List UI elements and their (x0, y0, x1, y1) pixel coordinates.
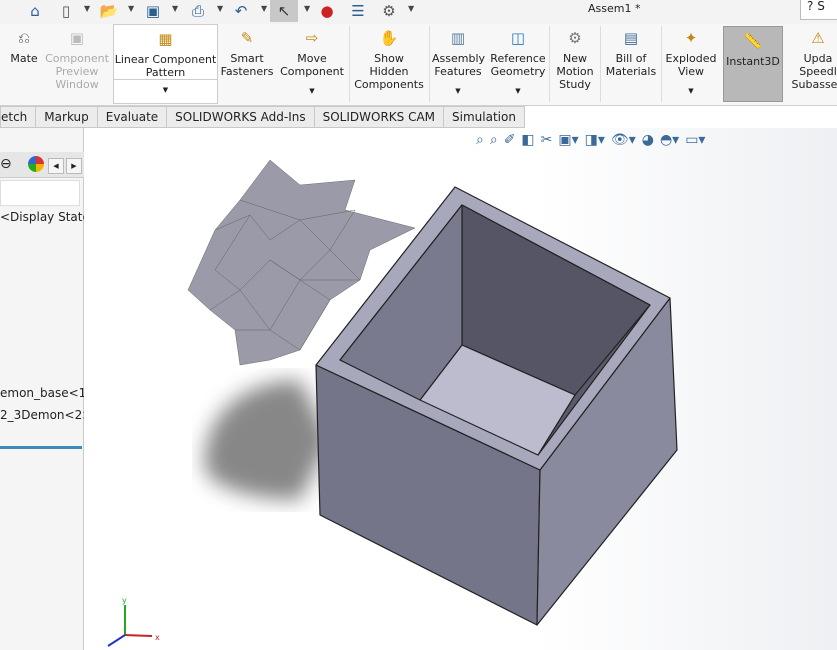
fastener-icon: ✎ (240, 29, 254, 47)
tab-addins[interactable]: SOLIDWORKS Add-Ins (166, 106, 315, 128)
label: Smart Fasteners (220, 52, 274, 78)
assembly-features-button[interactable]: ▥ Assembly Features ▼ (432, 24, 486, 104)
tree-item-3demon[interactable]: 2_3Demon<2> (I (0, 408, 84, 422)
tab-markup[interactable]: Markup (35, 106, 98, 128)
label: Exploded View (665, 52, 717, 78)
tab-sketch[interactable]: etch (0, 106, 37, 128)
reference-geometry-icon: ◫ (510, 29, 526, 47)
axis-x-label: x (155, 633, 160, 642)
heads-up-view-toolbar: ⌕ ⌕ ✐ ◧ ✂ ▣▾ ◨▾ 👁▾ ◕ ◓▾ ▭▾ (476, 132, 705, 148)
label: Show Hidden Components (354, 52, 424, 91)
label: Move Component (280, 52, 344, 78)
axis-y-label: y (122, 596, 127, 605)
assembly-features-icon: ▥ (450, 29, 466, 47)
rebuild-icon[interactable]: ● (320, 0, 334, 22)
undo-icon[interactable]: ↶ (232, 0, 250, 22)
speedpak-icon: ⚠ (811, 29, 825, 47)
label: Linear Component Pattern (114, 53, 217, 79)
bom-icon: ▤ (623, 29, 639, 47)
paperclip-icon: ⎌ (17, 29, 30, 47)
command-tabs: etch Markup Evaluate SOLIDWORKS Add-Ins … (0, 106, 837, 128)
dropdown-arrow[interactable]: ▼ (114, 79, 217, 97)
options-icon[interactable]: ⚙ (380, 0, 398, 22)
save-icon[interactable]: ▣ (144, 0, 162, 22)
home-icon[interactable]: ⌂ (26, 0, 44, 22)
bill-of-materials-button[interactable]: ▤ Bill of Materials (603, 24, 659, 104)
scenes-icon[interactable]: ◓▾ (660, 132, 679, 148)
exploded-view-icon: ✦ (684, 29, 698, 47)
dropdown-arrow[interactable]: ▼ (664, 85, 718, 98)
dropdown-arrow[interactable]: ▼ (488, 85, 548, 98)
reference-geometry-button[interactable]: ◫ Reference Geometry ▼ (488, 24, 548, 104)
label: Component Preview Window (45, 52, 109, 91)
appearance-tab-icon[interactable] (28, 156, 44, 172)
show-hidden-components-button[interactable]: ✋ Show Hidden Components (352, 24, 426, 104)
component-preview-button[interactable]: ▣ Component Preview Window (45, 24, 109, 104)
command-manager: ⎌ Mate ▣ Component Preview Window ▦ Linear … (0, 24, 837, 106)
dynamic-annotation-icon[interactable]: ✂ (541, 132, 553, 148)
view-settings-icon[interactable]: ▭▾ (685, 132, 705, 148)
instant3d-icon: 📏 (743, 32, 763, 50)
tab-evaluate[interactable]: Evaluate (96, 106, 168, 128)
feature-manager-panel: ⊖ ◀ ▶ <Display State-1 emon_base<1> 2_3D… (0, 128, 84, 650)
move-component-button[interactable]: ⇨ Move Component ▼ (278, 24, 346, 104)
previous-view-icon[interactable]: ✐ (504, 132, 516, 148)
scroll-left-button[interactable]: ◀ (48, 158, 64, 174)
config-tab-icon[interactable]: ⊖ (0, 156, 12, 172)
edit-appearance-icon[interactable]: ◕ (642, 132, 654, 148)
tree-item-demon-base[interactable]: emon_base<1> (0, 386, 84, 400)
zoom-to-fit-icon[interactable]: ⌕ (476, 132, 484, 148)
label: Assembly Features (432, 52, 486, 78)
panel-tabs: ⊖ ◀ ▶ (0, 152, 84, 178)
label: Bill of Materials (605, 52, 657, 78)
pattern-icon: ▦ (158, 30, 173, 48)
label: Reference Geometry (490, 52, 546, 78)
open-icon[interactable]: 📂 (100, 0, 119, 22)
exploded-view-button[interactable]: ✦ Exploded View ▼ (664, 24, 718, 104)
gears-icon: ⚙ (568, 29, 582, 47)
search-label: S (817, 0, 825, 13)
view-orientation-icon[interactable]: ▣▾ (558, 132, 578, 148)
panel-splitter[interactable] (0, 446, 82, 449)
display-style-icon[interactable]: ◨▾ (585, 132, 605, 148)
tab-simulation[interactable]: Simulation (443, 106, 525, 128)
window-title: Assem1 * (588, 2, 641, 15)
section-view-icon[interactable]: ◧ (521, 132, 534, 148)
filter-box[interactable] (0, 180, 80, 206)
box-model (315, 186, 678, 626)
scroll-right-button[interactable]: ▶ (66, 158, 82, 174)
dropdown-arrow[interactable]: ▼ (432, 85, 484, 98)
linear-component-pattern-button[interactable]: ▦ Linear Component Pattern ▼ (113, 24, 218, 104)
label: New Motion Study (556, 52, 594, 91)
tab-cam[interactable]: SOLIDWORKS CAM (313, 106, 445, 128)
zoom-to-area-icon[interactable]: ⌕ (490, 132, 498, 148)
new-motion-study-button[interactable]: ⚙ New Motion Study (552, 24, 598, 104)
print-icon[interactable]: ⎙ (188, 0, 208, 22)
label: Upda Speedl Subassen (791, 52, 837, 91)
instant3d-button[interactable]: 📏 Instant3D (723, 26, 783, 102)
new-icon[interactable]: ▯ (58, 0, 74, 22)
dropdown-arrow[interactable]: ▼ (278, 85, 346, 98)
select-icon[interactable]: ↖ (270, 0, 298, 22)
triad (107, 605, 153, 647)
label: Instant3D (726, 55, 780, 68)
quick-access-toolbar: ⌂ ▯ ▼ 📂 ▼ ▣ ▼ ⎙ ▼ ↶ ▼ ↖ ▼ ● ☰ ⚙ ▼ Assem1 * ? S (0, 0, 837, 24)
move-icon: ⇨ (305, 29, 319, 47)
smart-fasteners-button[interactable]: ✎ Smart Fasteners (220, 24, 274, 104)
display-state-label: <Display State-1 (0, 210, 84, 224)
label: Mate (10, 52, 38, 65)
help-search[interactable]: ? S (800, 0, 837, 20)
hide-show-icon[interactable]: 👁▾ (611, 132, 636, 148)
preview-icon: ▣ (69, 29, 85, 47)
update-speedpak-button[interactable]: ⚠ Upda Speedl Subassen (788, 24, 837, 104)
graphics-area[interactable]: y x (85, 128, 837, 650)
file-properties-icon[interactable]: ☰ (350, 0, 366, 22)
help-icon: ? (807, 0, 814, 13)
show-hidden-icon: ✋ (379, 29, 399, 47)
mate-button[interactable]: ⎌ Mate (4, 24, 44, 104)
shadow (204, 380, 330, 500)
